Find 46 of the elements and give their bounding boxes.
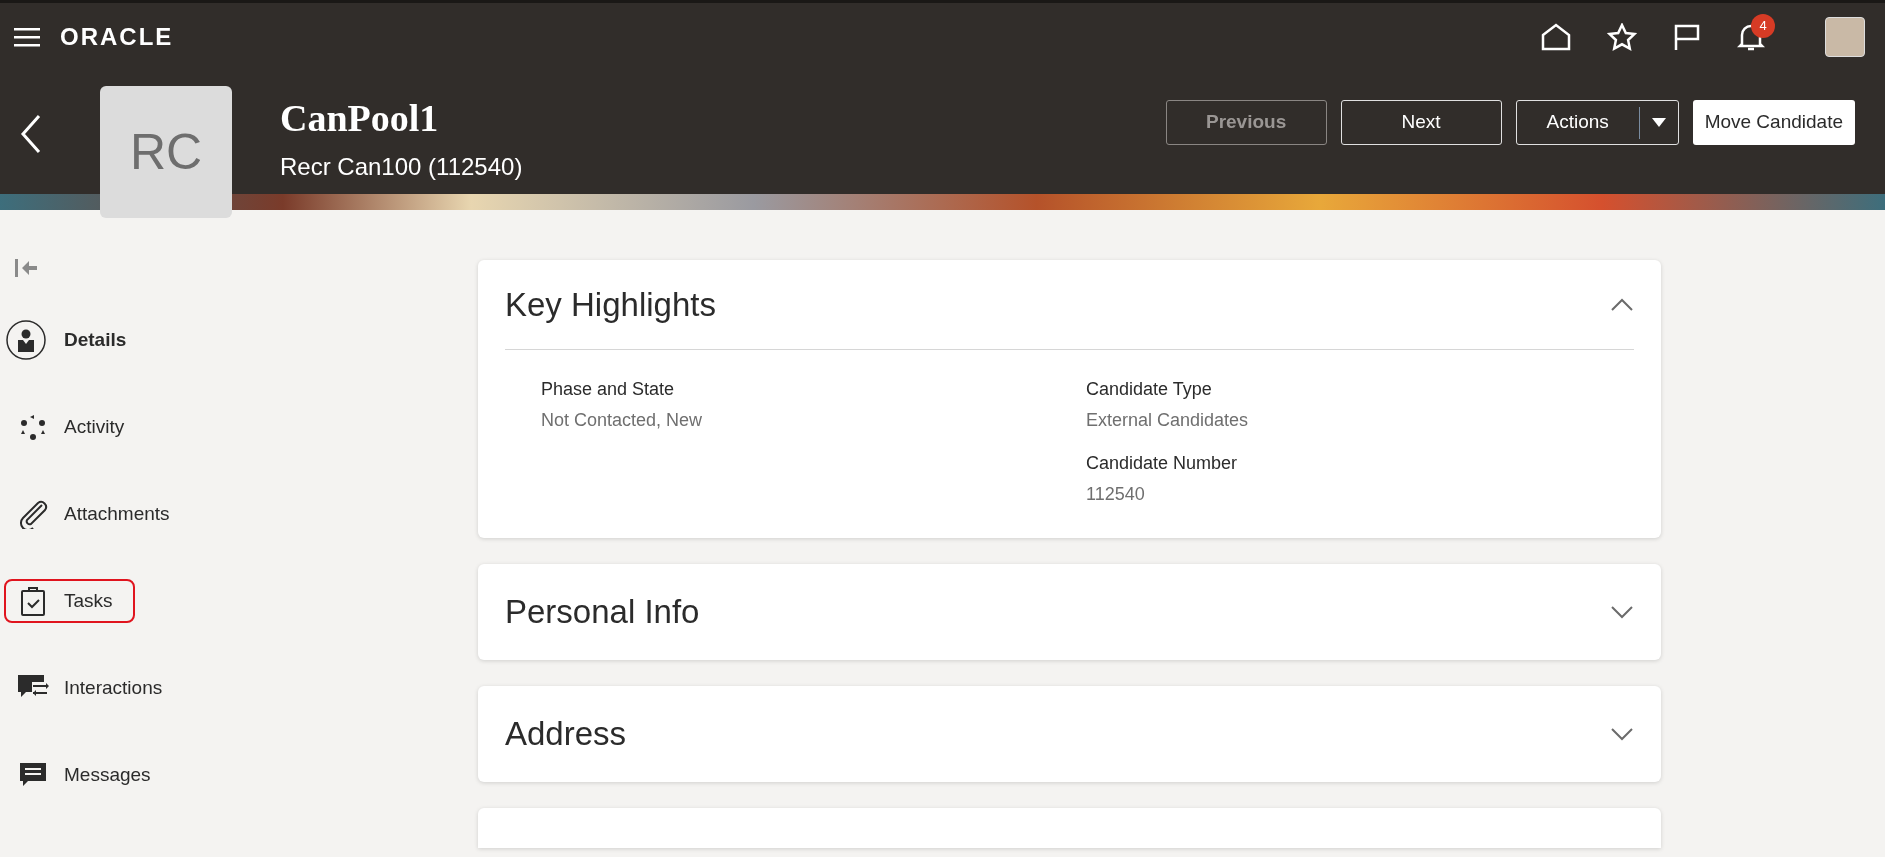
sidebar-item[interactable]: Attachments [0, 492, 192, 536]
user-avatar[interactable] [1825, 16, 1865, 57]
sidebar-item[interactable]: Activity [0, 405, 147, 449]
sidebar-label[interactable]: Interactions [64, 673, 163, 703]
candidate-title: CanPool1 [280, 96, 440, 141]
person-icon [6, 320, 46, 360]
field-label: Candidate Type [1086, 378, 1213, 401]
sidebar-label[interactable]: Details [64, 325, 127, 355]
sidebar-label[interactable]: Activity [64, 412, 125, 442]
chevron-up-icon[interactable] [1610, 297, 1634, 312]
back-icon[interactable] [20, 114, 42, 154]
clipboard-check-icon [20, 585, 46, 617]
sidebar-item[interactable]: Interactions [0, 666, 185, 710]
chevron-down-icon[interactable] [1610, 727, 1634, 741]
candidate-subtitle: Recr Can100 (112540) [280, 152, 523, 182]
actions-menu-button[interactable]: Actions [1515, 100, 1679, 145]
collapse-icon[interactable] [14, 258, 38, 278]
sidebar-item[interactable]: Messages [0, 753, 173, 797]
section-title[interactable]: Key Highlights [505, 279, 716, 330]
section-title[interactable]: Personal Info [505, 587, 700, 637]
cycle-icon [19, 413, 47, 441]
nav-button[interactable]: Next [1340, 100, 1502, 145]
sidebar-label[interactable]: Messages [64, 760, 151, 790]
field-value: 112540 [1086, 483, 1146, 506]
field-value: External Candidates [1086, 409, 1250, 432]
avatar-initials: RC [100, 86, 232, 218]
notification-count: 4 [1751, 13, 1775, 38]
logo[interactable]: ORACLE [60, 18, 174, 55]
sidebar-label[interactable]: Tasks [64, 586, 113, 616]
section-title[interactable]: Address [505, 709, 627, 759]
paperclip-icon [18, 499, 48, 529]
message-icon [19, 761, 47, 789]
actions-label[interactable]: Actions [1516, 108, 1639, 137]
sidebar-item[interactable]: Tasks [4, 579, 135, 623]
caret-icon[interactable] [1651, 117, 1666, 128]
field-label: Candidate Number [1086, 452, 1239, 475]
home-icon[interactable] [1541, 22, 1571, 51]
sidebar-label[interactable]: Attachments [64, 499, 170, 529]
flag-icon[interactable] [1673, 22, 1701, 51]
chevron-down-icon[interactable] [1610, 605, 1634, 619]
field-value: Not Contacted, New [541, 409, 704, 432]
star-icon[interactable] [1607, 22, 1637, 51]
move-candidate-button[interactable]: Move Candidate [1692, 100, 1855, 145]
menu-icon[interactable] [14, 26, 40, 47]
field-label: Phase and State [541, 378, 676, 401]
sidebar-item[interactable]: Details [0, 318, 149, 362]
